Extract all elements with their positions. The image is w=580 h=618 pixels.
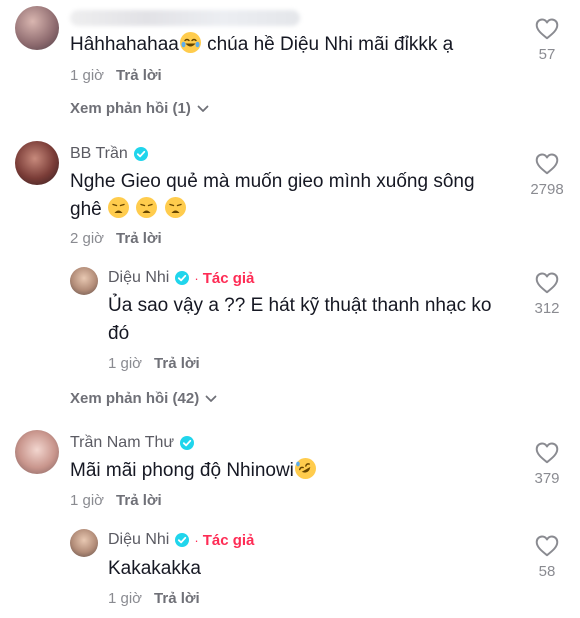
comment-time: 1 giờ: [108, 355, 143, 372]
comment-time: 1 giờ: [70, 67, 105, 84]
reply-button[interactable]: Trả lời: [116, 67, 162, 84]
avatar[interactable]: [15, 141, 59, 185]
heart-icon: [534, 533, 560, 559]
author-badge: Tác giả: [202, 531, 255, 549]
comment-text: Ủa sao vậy a ?? E hát kỹ thuật thanh nhạ…: [108, 295, 492, 344]
comment-author-row: BB Trần: [70, 145, 148, 163]
like-button[interactable]: 312: [520, 270, 574, 317]
reply-button[interactable]: Trả lời: [116, 230, 162, 247]
comment-time: 1 giờ: [108, 590, 143, 607]
comment-text: Mãi mãi phong độ Nhinowi: [70, 457, 490, 485]
heart-icon: [534, 440, 560, 466]
comment-time: 1 giờ: [70, 492, 105, 509]
comment-meta: 1 giờ Trả lời: [70, 492, 162, 509]
reply-button[interactable]: Trả lời: [154, 355, 200, 372]
commenter-name[interactable]: BB Trần: [70, 145, 128, 163]
view-replies-button[interactable]: Xem phản hồi (42): [70, 390, 218, 407]
heart-icon: [534, 151, 560, 177]
view-replies-label: Xem phản hồi (1): [70, 100, 191, 117]
comment-meta: 1 giờ Trả lời: [108, 590, 200, 607]
reply-button[interactable]: Trả lời: [154, 590, 200, 607]
like-button[interactable]: 57: [520, 16, 574, 63]
verified-badge-icon: [180, 436, 195, 450]
like-count: 312: [534, 300, 560, 317]
comment-text: Nghe Gieo quẻ mà muốn gieo mình xuống sô…: [70, 171, 475, 220]
comment-author-row: Diệu Nhi · Tác giả: [108, 269, 254, 287]
comment-text: Kakakakka: [108, 558, 201, 579]
view-replies-label: Xem phản hồi (42): [70, 390, 200, 407]
commenter-name[interactable]: Trần Nam Thư: [70, 434, 174, 452]
like-count: 57: [538, 46, 556, 63]
rolling-on-the-floor-laughing-icon: [294, 458, 316, 479]
blurred-name: [70, 10, 300, 26]
separator-dot: ·: [194, 532, 199, 548]
separator-dot: ·: [194, 270, 199, 286]
avatar[interactable]: [70, 267, 98, 295]
face-with-tears-of-joy-icon: [179, 32, 201, 53]
commenter-name[interactable]: Diệu Nhi: [108, 269, 169, 287]
weary-face-icon: [136, 197, 158, 218]
comment-meta: 1 giờ Trả lời: [108, 355, 200, 372]
comment-meta: 1 giờ Trả lời: [70, 67, 162, 84]
author-badge: Tác giả: [202, 269, 255, 287]
like-button[interactable]: 58: [520, 533, 574, 580]
verified-badge-icon: [133, 147, 148, 161]
verified-badge-icon: [175, 533, 190, 547]
avatar[interactable]: [15, 430, 59, 474]
heart-icon: [534, 270, 560, 296]
heart-icon: [534, 16, 560, 42]
comment-meta: 2 giờ Trả lời: [70, 230, 162, 247]
avatar[interactable]: [15, 6, 59, 50]
avatar[interactable]: [70, 529, 98, 557]
like-count: 58: [538, 563, 556, 580]
like-count: 2798: [530, 181, 564, 198]
reply-button[interactable]: Trả lời: [116, 492, 162, 509]
comment-time: 2 giờ: [70, 230, 105, 247]
like-button[interactable]: 379: [520, 440, 574, 487]
weary-face-icon: [107, 197, 129, 218]
like-button[interactable]: 2798: [520, 151, 574, 198]
comment-author-row: Diệu Nhi · Tác giả: [108, 531, 254, 549]
view-replies-button[interactable]: Xem phản hồi (1): [70, 100, 210, 117]
chevron-down-icon: [204, 392, 218, 406]
commenter-name-blurred[interactable]: [70, 10, 300, 26]
comment-author-row: Trần Nam Thư: [70, 434, 195, 452]
comment-text: Hâhhahahaa chúa hề Diệu Nhi mãi đỉkkk ạ: [70, 32, 454, 55]
weary-face-icon: [164, 197, 186, 218]
commenter-name[interactable]: Diệu Nhi: [108, 531, 169, 549]
like-count: 379: [534, 470, 560, 487]
chevron-down-icon: [196, 102, 210, 116]
verified-badge-icon: [175, 271, 190, 285]
